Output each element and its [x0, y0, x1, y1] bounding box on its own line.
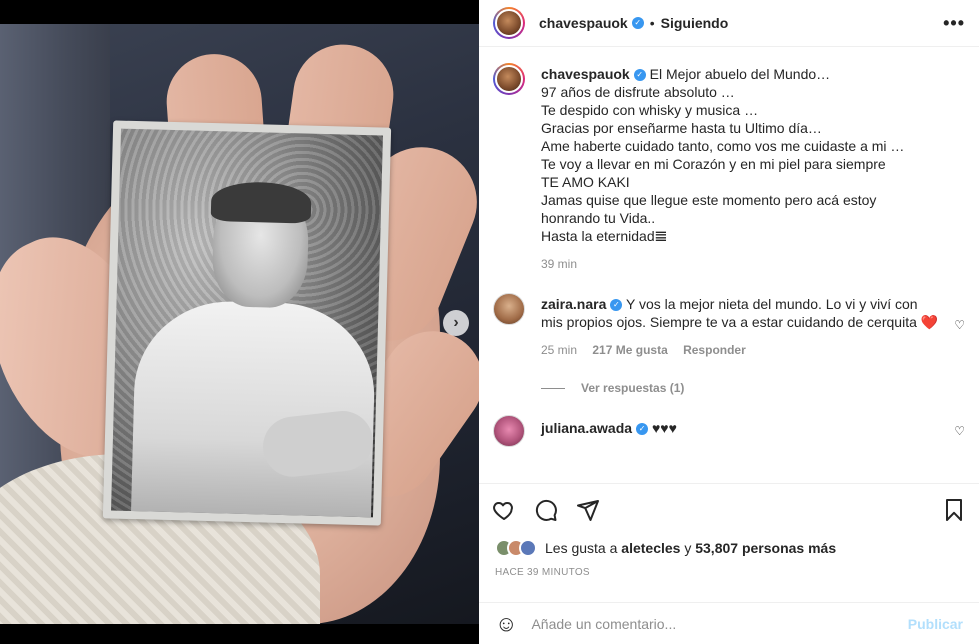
- likes-connector: y: [684, 540, 692, 556]
- header-username[interactable]: chavespauok: [539, 15, 628, 31]
- comment-input[interactable]: [531, 615, 894, 632]
- caption-line: TE AMO KAKI: [541, 174, 630, 190]
- caption-avatar[interactable]: [493, 63, 525, 95]
- chevron-right-icon: ›: [453, 314, 459, 331]
- post-header: chavespauok ✓ • Siguiendo •••: [479, 0, 979, 47]
- avatar[interactable]: [493, 7, 525, 39]
- caption-line: honrando tu Vida..: [541, 210, 656, 226]
- follow-status-button[interactable]: Siguiendo: [661, 15, 729, 31]
- caption: chavespauok ✓ El Mejor abuelo del Mundo… …: [493, 63, 965, 271]
- verified-icon: ✓: [610, 299, 623, 312]
- post-actions: [479, 483, 979, 535]
- next-media-button[interactable]: ›: [443, 310, 469, 336]
- comment-item: zaira.nara ✓ Y vos la mejor nieta del mun…: [493, 293, 965, 357]
- caption-line: 97 años de disfrute absoluto …: [541, 84, 735, 100]
- view-replies-label: Ver respuestas (1): [581, 381, 685, 395]
- comment-text: ♥♥♥: [651, 420, 677, 436]
- comment-body: juliana.awada ✓ ♥♥♥: [541, 415, 938, 447]
- like-comment-icon[interactable]: ♡: [954, 424, 965, 438]
- bookmark-icon[interactable]: [941, 497, 967, 523]
- old-photograph-image: [111, 128, 383, 518]
- old-photograph: [102, 120, 392, 526]
- comment-meta: 25 min 217 Me gusta Responder: [541, 343, 938, 357]
- comment-text-block: zaira.nara ✓ Y vos la mejor nieta del mun…: [541, 295, 938, 331]
- caption-line: Gracias por enseñarme hasta tu Ultimo dí…: [541, 120, 822, 136]
- liker-username[interactable]: aletecles: [621, 540, 680, 556]
- share-icon[interactable]: [575, 497, 601, 523]
- comment-icon[interactable]: [533, 497, 559, 523]
- caption-first-line: chavespauok ✓ El Mejor abuelo del Mundo…: [541, 65, 965, 83]
- liker-avatar: [519, 539, 537, 557]
- comment-avatar[interactable]: [493, 293, 525, 325]
- caption-text: chavespauok ✓ El Mejor abuelo del Mundo… …: [541, 65, 965, 245]
- post-timestamp[interactable]: HACE 39 MINUTOS: [479, 561, 979, 578]
- likes-count[interactable]: 53,807 personas más: [695, 540, 836, 556]
- header-user: chavespauok ✓ • Siguiendo: [539, 15, 728, 31]
- verified-icon: ✓: [633, 69, 646, 82]
- emoji-icon[interactable]: ☺: [495, 611, 517, 637]
- replies-divider: [541, 387, 565, 389]
- like-icon[interactable]: [491, 497, 517, 523]
- caption-line: El Mejor abuelo del Mundo…: [649, 66, 831, 82]
- post-sidebar: chavespauok ✓ • Siguiendo ••• chavespauo…: [479, 0, 979, 644]
- reply-button[interactable]: Responder: [683, 343, 746, 357]
- avatar-image: [495, 65, 523, 93]
- post-photo: [0, 24, 479, 624]
- header-separator: •: [649, 15, 655, 31]
- caption-line: Jamas quise que llegue este momento pero…: [541, 192, 877, 208]
- verified-icon: ✓: [631, 17, 644, 29]
- caption-body: chavespauok ✓ El Mejor abuelo del Mundo… …: [541, 63, 965, 271]
- caption-time[interactable]: 39 min: [541, 257, 577, 271]
- add-comment-bar: ☺ Publicar: [479, 602, 979, 644]
- comment-item: juliana.awada ✓ ♥♥♥ ♡: [493, 415, 965, 447]
- avatar-image: [495, 9, 523, 37]
- caption-line: Ame haberte cuidado tanto, como vos me c…: [541, 138, 905, 154]
- comment-likes[interactable]: 217 Me gusta: [592, 343, 667, 357]
- caption-line: Te voy a llevar en mi Corazón y en mi pi…: [541, 156, 886, 172]
- caption-line: Te despido con whisky y musica …: [541, 102, 759, 118]
- comments-section: chavespauok ✓ El Mejor abuelo del Mundo… …: [479, 47, 979, 483]
- comment-body: zaira.nara ✓ Y vos la mejor nieta del mun…: [541, 293, 938, 357]
- more-options-icon[interactable]: •••: [943, 13, 965, 34]
- photo-man-body: [130, 299, 377, 518]
- likes-summary: Les gusta a aletecles y 53,807 personas …: [479, 535, 979, 561]
- like-comment-icon[interactable]: ♡: [954, 318, 965, 332]
- publish-button[interactable]: Publicar: [908, 616, 963, 632]
- caption-meta: 39 min: [541, 257, 965, 271]
- comment-username[interactable]: zaira.nara: [541, 296, 606, 312]
- comment-avatar[interactable]: [493, 415, 525, 447]
- comment-username[interactable]: juliana.awada: [541, 420, 632, 436]
- liker-avatars: [495, 539, 537, 557]
- comment-time[interactable]: 25 min: [541, 343, 577, 357]
- post-media: ›: [0, 0, 479, 644]
- verified-icon: ✓: [636, 423, 649, 436]
- likes-prefix: Les gusta a: [545, 540, 618, 556]
- view-replies-button[interactable]: Ver respuestas (1): [541, 381, 965, 395]
- caption-username[interactable]: chavespauok: [541, 66, 630, 82]
- caption-line: Hasta la eternidad𝌆: [541, 228, 668, 244]
